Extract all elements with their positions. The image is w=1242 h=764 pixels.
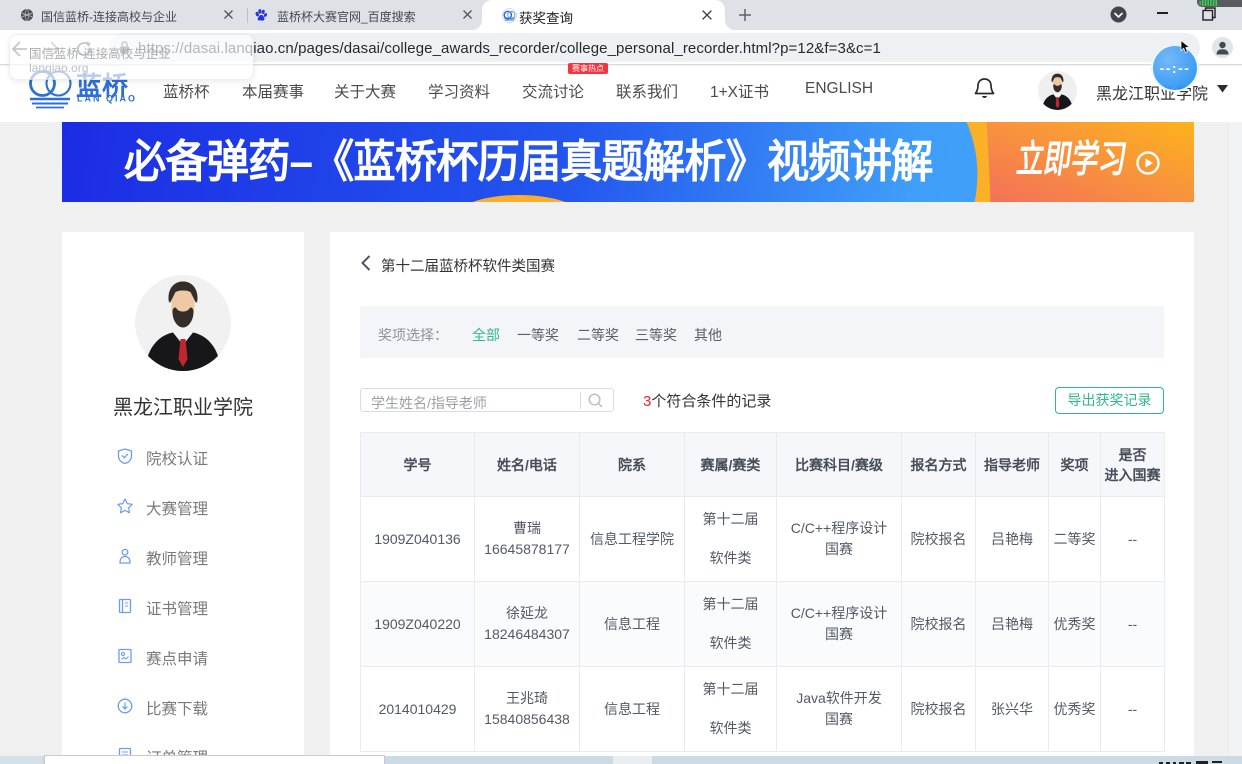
svg-text:LAN QIAO: LAN QIAO	[77, 94, 137, 104]
